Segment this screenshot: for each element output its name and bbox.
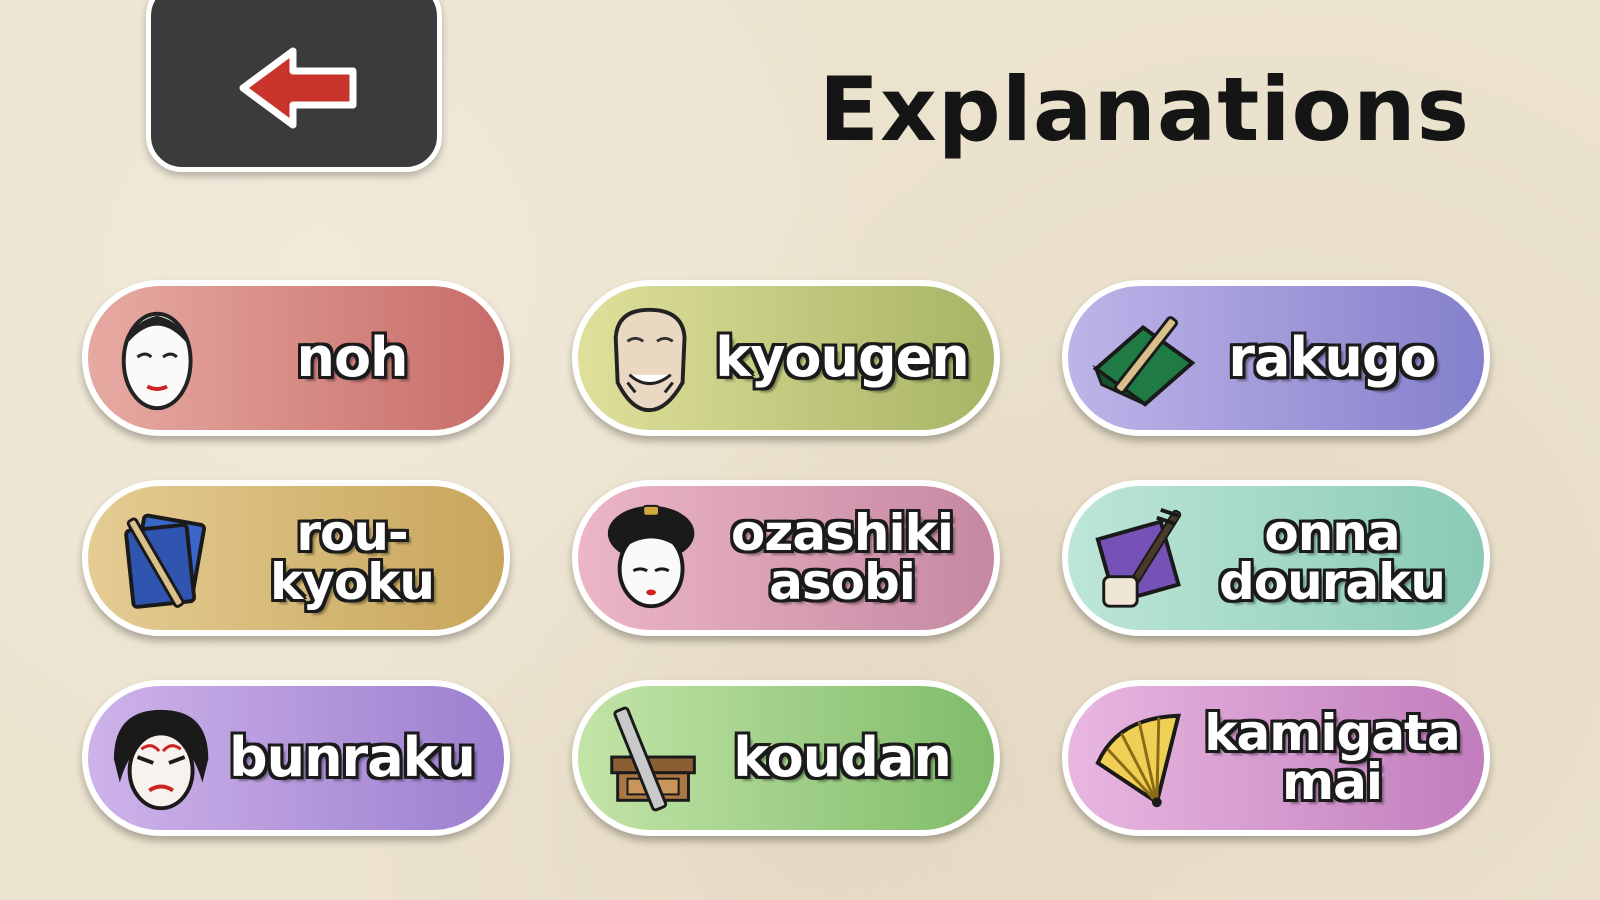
fan-cushion-icon <box>1092 316 1196 407</box>
topic-button-onna-douraku[interactable]: onna douraku <box>1062 480 1490 636</box>
topic-label: rou- kyoku <box>269 504 435 611</box>
topic-label: kyougen <box>715 325 969 389</box>
page-title: Explanations <box>818 58 1470 161</box>
shamisen-icon <box>1095 507 1182 608</box>
topic-label: ozashiki asobi <box>730 504 954 611</box>
folding-fan-icon <box>1095 713 1182 808</box>
topic-button-roukyoku[interactable]: rou- kyoku <box>82 480 510 636</box>
geisha-face-icon <box>607 504 695 609</box>
back-button[interactable] <box>146 0 442 172</box>
topic-label: rakugo <box>1228 325 1436 389</box>
book-fan-icon <box>124 513 207 609</box>
topic-button-koudan[interactable]: koudan <box>572 680 1000 836</box>
topic-label: noh <box>296 325 409 389</box>
topic-button-noh[interactable]: noh <box>82 280 510 436</box>
red-left-arrow-icon <box>239 47 357 129</box>
topic-button-rakugo[interactable]: rakugo <box>1062 280 1490 436</box>
topic-label: onna douraku <box>1219 504 1446 611</box>
topic-button-ozashiki-asobi[interactable]: ozashiki asobi <box>572 480 1000 636</box>
topic-grid: noh kyougen rakugo rou- kyoku ozashiki a… <box>82 280 1502 836</box>
noh-mask-icon <box>121 311 193 411</box>
topic-label: bunraku <box>229 725 476 789</box>
topic-button-kamigata-mai[interactable]: kamigata mai <box>1062 680 1490 836</box>
topic-button-bunraku[interactable]: bunraku <box>82 680 510 836</box>
kyougen-mask-icon <box>613 307 687 413</box>
topic-label: koudan <box>733 725 952 789</box>
topic-label: kamigata mai <box>1204 704 1460 811</box>
topic-button-kyougen[interactable]: kyougen <box>572 280 1000 436</box>
kabuki-face-icon <box>113 709 209 811</box>
desk-fan-icon <box>610 706 696 812</box>
